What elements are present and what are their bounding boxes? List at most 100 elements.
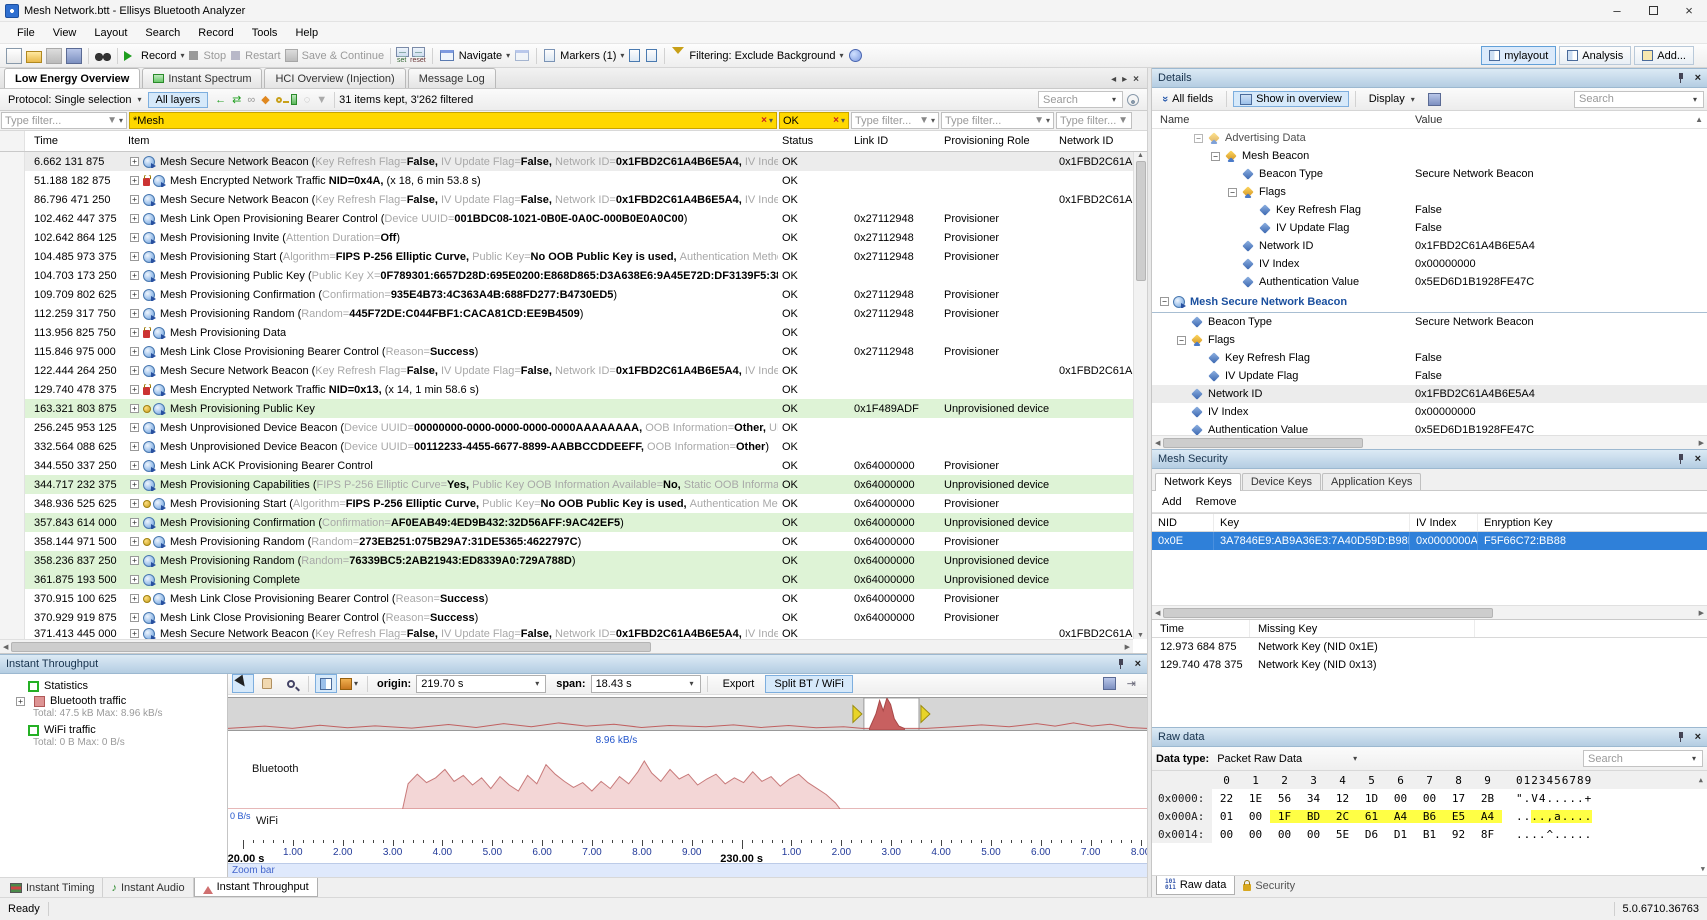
column-header-item[interactable]: Item bbox=[128, 135, 778, 147]
stop-button[interactable]: Stop bbox=[186, 50, 228, 62]
tab-device-keys[interactable]: Device Keys bbox=[1242, 473, 1321, 490]
details-tree-row[interactable]: Network ID0x1FBD2C61A4B6E5A4 bbox=[1152, 385, 1707, 403]
keys-col-encryption[interactable]: Enryption Key bbox=[1478, 514, 1707, 531]
mesh-security-pin-icon[interactable] bbox=[1677, 454, 1685, 464]
filter-set-button[interactable]: set bbox=[395, 47, 410, 64]
maximize-button[interactable] bbox=[1635, 0, 1671, 21]
role-filter-input[interactable]: Type filter...▼▾ bbox=[941, 112, 1054, 129]
details-value-column[interactable]: Value bbox=[1415, 114, 1695, 126]
table-row[interactable]: 361.875 193 500+Mesh Provisioning Comple… bbox=[0, 570, 1147, 589]
details-tree-row[interactable]: IV Index0x00000000 bbox=[1152, 403, 1707, 421]
nav-sync-icon[interactable]: ⇄ bbox=[232, 93, 241, 106]
throughput-tree-item[interactable]: +Bluetooth traffic bbox=[0, 693, 227, 708]
zoom-tool-button[interactable] bbox=[280, 674, 302, 693]
table-row[interactable]: 358.144 971 500+Mesh Provisioning Random… bbox=[0, 532, 1147, 551]
table-row[interactable]: 104.485 973 375+Mesh Provisioning Start … bbox=[0, 247, 1147, 266]
prev-marker-icon[interactable] bbox=[629, 49, 640, 62]
missing-key-row[interactable]: 129.740 478 375Network Key (NID 0x13) bbox=[1152, 656, 1707, 674]
column-header-network[interactable]: Network ID bbox=[1055, 135, 1133, 147]
details-close-icon[interactable]: × bbox=[1695, 72, 1701, 84]
mesh-security-close-icon[interactable]: × bbox=[1695, 453, 1701, 465]
details-scroll-up-icon[interactable]: ▲ bbox=[1695, 115, 1707, 124]
minimize-button[interactable]: – bbox=[1599, 0, 1635, 21]
table-row[interactable]: 344.717 232 375+Mesh Provisioning Capabi… bbox=[0, 475, 1147, 494]
throughput-tree-item[interactable]: WiFi traffic bbox=[0, 722, 227, 737]
hex-row[interactable]: 0x000A:01001FBD2C61A4B6E5A4....,a.... bbox=[1152, 807, 1707, 825]
layout-analysis-button[interactable]: Analysis bbox=[1559, 46, 1631, 65]
tab-instant-throughput[interactable]: Instant Throughput bbox=[194, 878, 318, 897]
pan-tool-button[interactable] bbox=[256, 674, 278, 693]
menu-view[interactable]: View bbox=[44, 25, 86, 41]
tab-instant-audio[interactable]: ♪Instant Audio bbox=[103, 878, 193, 897]
menu-search[interactable]: Search bbox=[136, 25, 189, 41]
details-tree-row[interactable]: IV Update FlagFalse bbox=[1152, 219, 1707, 237]
navigate-window-icon[interactable] bbox=[515, 50, 529, 61]
table-row[interactable]: 112.259 317 750+Mesh Provisioning Random… bbox=[0, 304, 1147, 323]
navigate-button[interactable]: Navigate▾ bbox=[437, 50, 512, 62]
table-row[interactable]: 358.236 837 250+Mesh Provisioning Random… bbox=[0, 551, 1147, 570]
table-row[interactable]: 357.843 614 000+Mesh Provisioning Confir… bbox=[0, 513, 1147, 532]
details-tree-row[interactable]: Authentication Value0x5ED6D1B1928FE47C bbox=[1152, 421, 1707, 435]
split-bt-wifi-button[interactable]: Split BT / WiFi bbox=[765, 675, 852, 693]
tab-close-icon[interactable]: × bbox=[1133, 74, 1139, 85]
pin-icon[interactable] bbox=[1117, 659, 1125, 669]
select-tool-button[interactable] bbox=[232, 674, 254, 693]
display-button[interactable]: Display▾ bbox=[1362, 91, 1424, 107]
tab-low-energy-overview[interactable]: Low Energy Overview bbox=[4, 68, 140, 88]
close-panel-icon[interactable]: × bbox=[1135, 658, 1141, 670]
column-header-role[interactable]: Provisioning Role bbox=[940, 135, 1055, 147]
keys-col-key[interactable]: Key bbox=[1214, 514, 1410, 531]
missing-col-time[interactable]: Time bbox=[1152, 620, 1250, 637]
column-header-linkid[interactable]: Link ID bbox=[850, 135, 940, 147]
details-tree-row[interactable]: −Mesh Beacon bbox=[1152, 147, 1707, 165]
tab-security[interactable]: Security bbox=[1235, 876, 1303, 895]
details-tree-row[interactable]: Beacon TypeSecure Network Beacon bbox=[1152, 313, 1707, 331]
tab-scroll-left-icon[interactable]: ◂ bbox=[1111, 74, 1116, 85]
status-filter-input[interactable]: OK×▾ bbox=[779, 112, 849, 129]
next-marker-icon[interactable] bbox=[646, 49, 657, 62]
new-file-icon[interactable] bbox=[6, 48, 22, 64]
open-file-icon[interactable] bbox=[26, 51, 42, 63]
flame-icon[interactable]: ◆ bbox=[261, 93, 269, 106]
network-key-row[interactable]: 0x0E 3A7846E9:AB9A36E3:7A40D59D:B98DCD8C… bbox=[1152, 532, 1707, 550]
keys-col-nid[interactable]: NID bbox=[1152, 514, 1214, 531]
jump-end-icon[interactable]: ⇥ bbox=[1127, 677, 1136, 690]
raw-data-pin-icon[interactable] bbox=[1677, 732, 1685, 742]
table-row[interactable]: 102.462 447 375+Mesh Link Open Provision… bbox=[0, 209, 1147, 228]
link-icon[interactable]: ∞ bbox=[247, 94, 255, 106]
tab-instant-spectrum[interactable]: Instant Spectrum bbox=[142, 68, 262, 88]
table-row[interactable]: 370.915 100 625+Mesh Link Close Provisio… bbox=[0, 589, 1147, 608]
find-icon[interactable] bbox=[95, 48, 111, 64]
save-continue-button[interactable]: Save & Continue bbox=[283, 49, 387, 62]
time-filter-input[interactable]: Type filter...▼▾ bbox=[1, 112, 127, 129]
table-row[interactable]: 122.444 264 250+Mesh Secure Network Beac… bbox=[0, 361, 1147, 380]
save-as-icon[interactable] bbox=[66, 48, 82, 64]
details-tree-row[interactable]: −Flags bbox=[1152, 331, 1707, 349]
hex-scroll-down-icon[interactable]: ▼ bbox=[1701, 865, 1705, 873]
table-row[interactable]: 332.564 088 625+Mesh Unprovisioned Devic… bbox=[0, 437, 1147, 456]
tab-message-log[interactable]: Message Log bbox=[408, 68, 496, 88]
save-icon[interactable] bbox=[46, 48, 62, 64]
close-button[interactable]: × bbox=[1671, 0, 1707, 21]
details-tree-row[interactable]: Beacon TypeSecure Network Beacon bbox=[1152, 165, 1707, 183]
table-row[interactable]: 113.956 825 750+Mesh Provisioning DataOK bbox=[0, 323, 1147, 342]
table-row[interactable]: 104.703 173 250+Mesh Provisioning Public… bbox=[0, 266, 1147, 285]
all-layers-button[interactable]: All layers bbox=[148, 92, 209, 108]
table-row[interactable]: 163.321 803 875+Mesh Provisioning Public… bbox=[0, 399, 1147, 418]
tab-instant-timing[interactable]: Instant Timing bbox=[2, 878, 103, 897]
details-tree-row[interactable]: −Advertising Data bbox=[1152, 129, 1707, 147]
details-save-icon[interactable] bbox=[1428, 93, 1441, 106]
nav-back-icon[interactable]: ← bbox=[215, 94, 226, 106]
item-filter-input[interactable]: *Mesh×▾ bbox=[129, 112, 777, 129]
origin-input[interactable]: 219.70 s▾ bbox=[416, 675, 546, 693]
tab-raw-data[interactable]: 101 011Raw data bbox=[1156, 876, 1235, 895]
restart-button[interactable]: Restart bbox=[228, 50, 282, 62]
details-tree-row[interactable]: Key Refresh FlagFalse bbox=[1152, 201, 1707, 219]
missing-col-key[interactable]: Missing Key bbox=[1250, 620, 1475, 637]
throughput-tree-item[interactable]: Statistics bbox=[0, 678, 227, 693]
data-type-select[interactable]: Packet Raw Data▾ bbox=[1213, 750, 1363, 768]
remove-key-button[interactable]: Remove bbox=[1196, 496, 1237, 508]
grid-vertical-scrollbar[interactable]: ▲▼ bbox=[1133, 152, 1147, 639]
hex-row[interactable]: 0x0000:221E5634121D0000172B".V4.....+ bbox=[1152, 789, 1707, 807]
keys-col-iv[interactable]: IV Index bbox=[1410, 514, 1478, 531]
